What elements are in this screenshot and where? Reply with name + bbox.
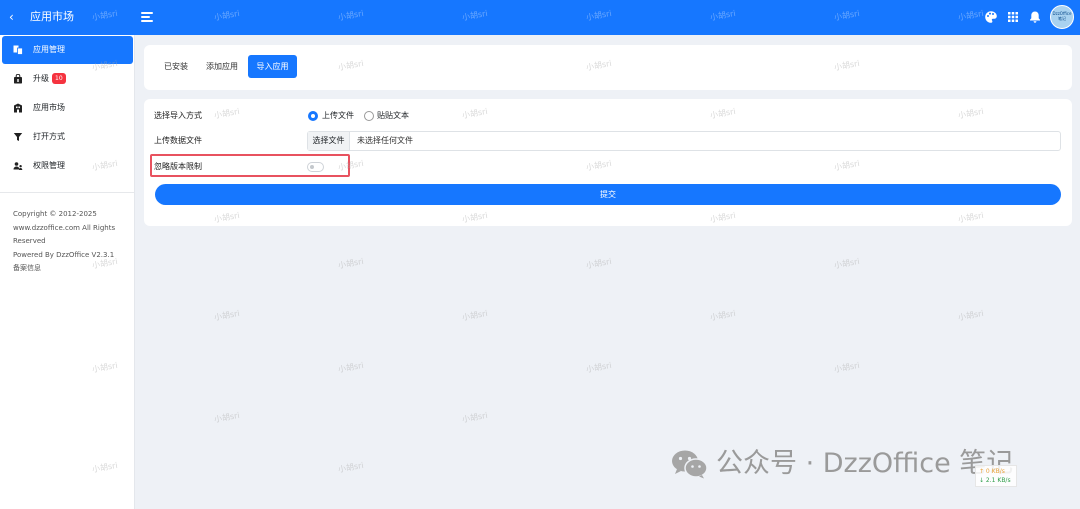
sidebar-item-label: 应用管理	[33, 45, 65, 54]
import-method-label: 选择导入方式	[154, 111, 202, 120]
upgrade-bag-icon	[14, 74, 22, 84]
filter-icon	[13, 133, 23, 141]
upload-file-radio[interactable]	[308, 111, 318, 121]
watermark: 小胡sri	[337, 256, 365, 271]
paste-text-radio[interactable]	[364, 111, 374, 121]
back-icon[interactable]: ‹	[9, 10, 14, 24]
watermark: 小胡sri	[833, 360, 861, 375]
app-manage-icon	[13, 45, 23, 55]
apps-grid-icon[interactable]	[1006, 10, 1020, 24]
palette-icon[interactable]	[984, 10, 998, 24]
sidebar-item-app-market[interactable]: 应用市场	[2, 94, 133, 122]
watermark: 小胡sri	[213, 308, 241, 323]
users-permission-icon	[13, 162, 23, 170]
sidebar: 应用管理 升级 10 应用市场 打开方式 权限管理 Copyright © 20…	[0, 35, 135, 509]
upload-speed: ↑ 0 KB/s	[979, 468, 1005, 475]
watermark: 小胡sri	[709, 308, 737, 323]
sidebar-item-label: 升级	[33, 74, 49, 83]
paste-text-radio-label[interactable]: 贴贴文本	[377, 111, 409, 121]
ignore-version-toggle[interactable]	[307, 162, 324, 172]
file-upload-input[interactable]: 选择文件 未选择任何文件	[307, 131, 1061, 151]
watermark: 小胡sri	[461, 308, 489, 323]
watermark: 小胡sri	[585, 360, 613, 375]
upload-file-label: 上传数据文件	[154, 136, 202, 145]
watermark: 小胡sri	[213, 410, 241, 425]
copyright-line: Copyright © 2012-2025	[13, 210, 97, 218]
tab-installed[interactable]: 已安装	[156, 55, 196, 78]
copyright-link[interactable]: www.dzzoffice.com All Rights	[13, 222, 125, 236]
watermark: 小胡sri	[337, 460, 365, 475]
sidebar-item-label: 打开方式	[33, 132, 65, 141]
tab-add-app[interactable]: 添加应用	[200, 55, 244, 78]
watermark: 小胡sri	[833, 256, 861, 271]
download-speed: ↓ 2.1 KB/s	[979, 477, 1011, 484]
submit-button[interactable]: 提交	[155, 184, 1061, 205]
ignore-version-label: 忽略版本限制	[154, 162, 202, 171]
sidebar-item-label: 权限管理	[33, 161, 65, 170]
sidebar-item-label: 应用市场	[33, 103, 65, 112]
sidebar-item-open-with[interactable]: 打开方式	[2, 123, 133, 151]
choose-file-button[interactable]: 选择文件	[308, 132, 350, 150]
file-status-text: 未选择任何文件	[357, 136, 413, 145]
sidebar-divider	[0, 192, 134, 193]
upload-file-radio-label[interactable]: 上传文件	[322, 111, 354, 121]
user-avatar[interactable]: DzzOffice 笔记	[1050, 5, 1074, 29]
upgrade-count-badge: 10	[52, 73, 66, 84]
top-bar: ‹ 应用市场 DzzOffice 笔记	[0, 0, 1080, 35]
network-speed-widget: ↑ 0 KB/s ↓ 2.1 KB/s	[975, 465, 1017, 487]
app-title: 应用市场	[30, 10, 74, 23]
copyright-line: Reserved	[13, 237, 46, 245]
watermark: 小胡sri	[957, 308, 985, 323]
wechat-account-text: 公众号 · DzzOffice 笔记	[716, 448, 1014, 479]
avatar-text: DzzOffice 笔记	[1052, 11, 1072, 21]
watermark: 小胡sri	[461, 410, 489, 425]
watermark: 小胡sri	[585, 256, 613, 271]
bell-icon[interactable]	[1028, 10, 1042, 24]
wechat-icon	[672, 450, 708, 479]
menu-icon[interactable]	[141, 12, 153, 22]
watermark: 小胡sri	[337, 360, 365, 375]
tab-import-app[interactable]: 导入应用	[248, 55, 297, 78]
market-store-icon	[14, 103, 22, 113]
